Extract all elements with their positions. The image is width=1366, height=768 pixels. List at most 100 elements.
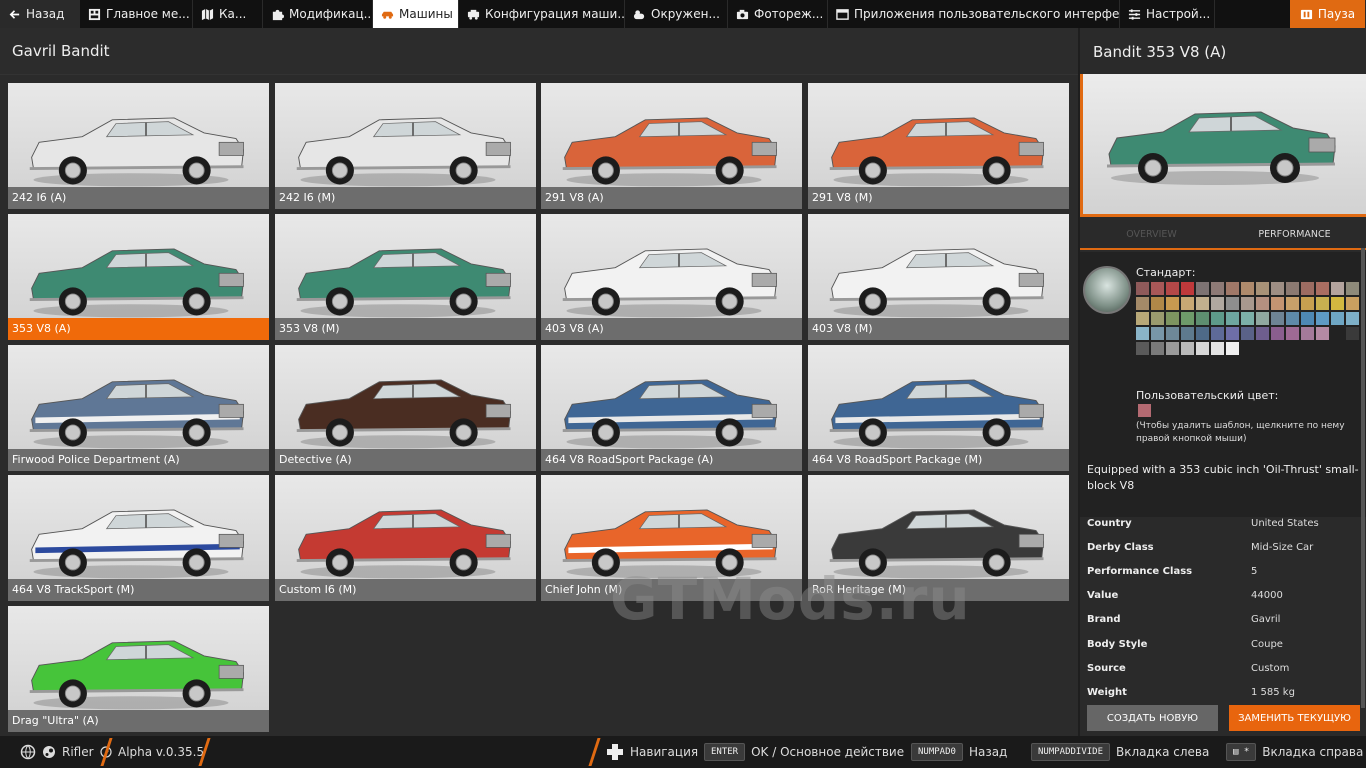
config-tile[interactable]: 464 V8 RoadSport Package (A) [541, 345, 802, 471]
tab-environment[interactable]: Окружен... [625, 0, 728, 28]
paint-swatch[interactable] [1181, 327, 1194, 340]
paint-swatch[interactable] [1226, 312, 1239, 325]
paint-swatch[interactable] [1301, 312, 1314, 325]
paint-swatch[interactable] [1301, 327, 1314, 340]
pause-button[interactable]: Пауза [1290, 0, 1366, 28]
paint-swatch[interactable] [1181, 297, 1194, 310]
paint-swatch[interactable] [1181, 282, 1194, 295]
config-tile[interactable]: 353 V8 (A) [8, 214, 269, 340]
config-tile[interactable]: 464 V8 TrackSport (M) [8, 475, 269, 601]
paint-swatch[interactable] [1211, 282, 1224, 295]
paint-swatch[interactable] [1166, 282, 1179, 295]
paint-swatch[interactable] [1181, 342, 1194, 355]
config-tile[interactable]: 291 V8 (M) [808, 83, 1069, 209]
tab-vehicles[interactable]: Машины [373, 0, 459, 28]
tab-photo-mode[interactable]: Фотореж... [728, 0, 828, 28]
paint-swatch[interactable] [1151, 282, 1164, 295]
paint-swatch[interactable] [1136, 297, 1149, 310]
paint-swatch[interactable] [1196, 342, 1209, 355]
paint-swatch[interactable] [1241, 297, 1254, 310]
paint-swatch[interactable] [1211, 342, 1224, 355]
paint-swatch[interactable] [1196, 312, 1209, 325]
paint-swatch[interactable] [1136, 312, 1149, 325]
paint-swatch[interactable] [1136, 327, 1149, 340]
paint-swatch[interactable] [1226, 297, 1239, 310]
paint-swatch[interactable] [1346, 327, 1359, 340]
paint-swatch[interactable] [1346, 297, 1359, 310]
paint-swatch[interactable] [1136, 282, 1149, 295]
paint-swatch[interactable] [1226, 282, 1239, 295]
config-tile[interactable]: Detective (A) [275, 345, 536, 471]
config-tile[interactable]: 403 V8 (M) [808, 214, 1069, 340]
config-tile[interactable]: 242 I6 (A) [8, 83, 269, 209]
tab-settings[interactable]: Настрой... [1120, 0, 1215, 28]
paint-swatch[interactable] [1331, 327, 1344, 340]
paint-swatch[interactable] [1211, 327, 1224, 340]
paint-swatch[interactable] [1301, 297, 1314, 310]
paint-swatch[interactable] [1256, 282, 1269, 295]
paint-swatch[interactable] [1316, 327, 1329, 340]
replace-current-button[interactable]: ЗАМЕНИТЬ ТЕКУЩУЮ [1229, 705, 1360, 731]
config-tile[interactable]: 291 V8 (A) [541, 83, 802, 209]
paint-swatch[interactable] [1151, 342, 1164, 355]
paint-swatch[interactable] [1331, 297, 1344, 310]
paint-swatch[interactable] [1286, 297, 1299, 310]
paint-swatch[interactable] [1316, 297, 1329, 310]
paint-swatch[interactable] [1226, 327, 1239, 340]
tab-main-menu[interactable]: Главное ме... [80, 0, 193, 28]
paint-swatch[interactable] [1211, 312, 1224, 325]
config-tile[interactable]: Chief John (M) [541, 475, 802, 601]
paint-swatch[interactable] [1316, 282, 1329, 295]
paint-swatch[interactable] [1136, 342, 1149, 355]
paint-swatch[interactable] [1286, 282, 1299, 295]
paint-swatch[interactable] [1346, 282, 1359, 295]
paint-swatch[interactable] [1271, 312, 1284, 325]
paint-swatch[interactable] [1151, 327, 1164, 340]
config-tile[interactable]: Firwood Police Department (A) [8, 345, 269, 471]
create-new-button[interactable]: СОЗДАТЬ НОВУЮ [1087, 705, 1218, 731]
config-tile[interactable]: 353 V8 (M) [275, 214, 536, 340]
paint-swatch[interactable] [1286, 312, 1299, 325]
paint-swatch[interactable] [1166, 327, 1179, 340]
tab-vehicle-config[interactable]: Конфигурация маши... [459, 0, 625, 28]
paint-swatch[interactable] [1211, 297, 1224, 310]
tab-map[interactable]: Ка... [193, 0, 263, 28]
paint-swatch[interactable] [1196, 297, 1209, 310]
paint-swatch[interactable] [1286, 327, 1299, 340]
tab-overview[interactable]: OVERVIEW [1080, 220, 1223, 250]
config-tile[interactable]: 464 V8 RoadSport Package (M) [808, 345, 1069, 471]
config-tile[interactable]: Custom I6 (M) [275, 475, 536, 601]
custom-paint-swatch[interactable] [1138, 404, 1151, 417]
config-tile[interactable]: 242 I6 (M) [275, 83, 536, 209]
paint-swatch[interactable] [1331, 282, 1344, 295]
paint-swatch[interactable] [1256, 297, 1269, 310]
paint-swatch[interactable] [1166, 342, 1179, 355]
paint-swatch[interactable] [1196, 282, 1209, 295]
scrollbar[interactable] [1361, 248, 1365, 708]
paint-swatch[interactable] [1301, 282, 1314, 295]
paint-swatch[interactable] [1241, 282, 1254, 295]
paint-swatch[interactable] [1241, 327, 1254, 340]
paint-swatch[interactable] [1346, 312, 1359, 325]
paint-swatch[interactable] [1331, 312, 1344, 325]
config-tile[interactable]: RoR Heritage (M) [808, 475, 1069, 601]
paint-swatch[interactable] [1166, 297, 1179, 310]
paint-swatch[interactable] [1196, 327, 1209, 340]
paint-swatch[interactable] [1166, 312, 1179, 325]
config-tile[interactable]: 403 V8 (A) [541, 214, 802, 340]
paint-swatch[interactable] [1151, 297, 1164, 310]
paint-swatch[interactable] [1226, 342, 1239, 355]
paint-swatch[interactable] [1256, 312, 1269, 325]
paint-swatch[interactable] [1271, 297, 1284, 310]
tab-mods[interactable]: Модификац... [263, 0, 373, 28]
config-tile[interactable]: Drag "Ultra" (A) [8, 606, 269, 732]
paint-swatch[interactable] [1271, 282, 1284, 295]
paint-swatch[interactable] [1316, 312, 1329, 325]
paint-swatch[interactable] [1241, 312, 1254, 325]
paint-swatch[interactable] [1256, 327, 1269, 340]
tab-ui-apps[interactable]: Приложения пользовательского интерфе... [828, 0, 1120, 28]
tab-performance[interactable]: PERFORMANCE [1223, 220, 1366, 250]
paint-swatch[interactable] [1181, 312, 1194, 325]
back-button[interactable]: Назад [0, 0, 80, 28]
paint-swatch[interactable] [1151, 312, 1164, 325]
